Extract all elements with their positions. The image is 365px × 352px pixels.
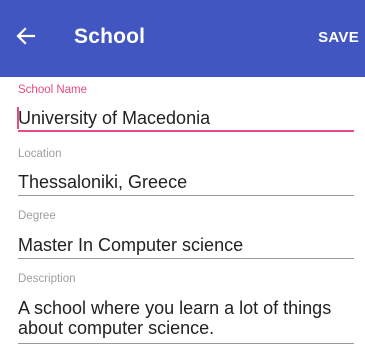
description-input[interactable]: A school where you learn a lot of things…	[18, 298, 354, 338]
description-underline	[18, 343, 354, 344]
page-title: School	[74, 25, 146, 48]
school-name-input[interactable]: University of Macedonia	[18, 108, 210, 129]
back-button[interactable]	[14, 24, 38, 48]
school-name-label: School Name	[18, 84, 88, 96]
app-bar: School SAVE	[0, 0, 365, 77]
arrow-left-icon	[16, 27, 36, 45]
degree-label: Degree	[18, 210, 56, 222]
degree-underline	[18, 258, 354, 259]
description-field[interactable]: Description A school where you learn a l…	[18, 272, 354, 350]
degree-input[interactable]: Master In Computer science	[18, 235, 243, 256]
description-label: Description	[18, 273, 76, 285]
location-input[interactable]: Thessaloniki, Greece	[18, 172, 187, 193]
school-name-field[interactable]: School Name University of Macedonia	[17, 83, 354, 135]
school-name-underline	[18, 130, 354, 132]
location-field[interactable]: Location Thessaloniki, Greece	[18, 147, 354, 199]
save-button[interactable]: SAVE	[318, 29, 359, 47]
location-underline	[18, 195, 354, 196]
degree-field[interactable]: Degree Master In Computer science	[18, 209, 354, 261]
location-label: Location	[18, 148, 62, 160]
